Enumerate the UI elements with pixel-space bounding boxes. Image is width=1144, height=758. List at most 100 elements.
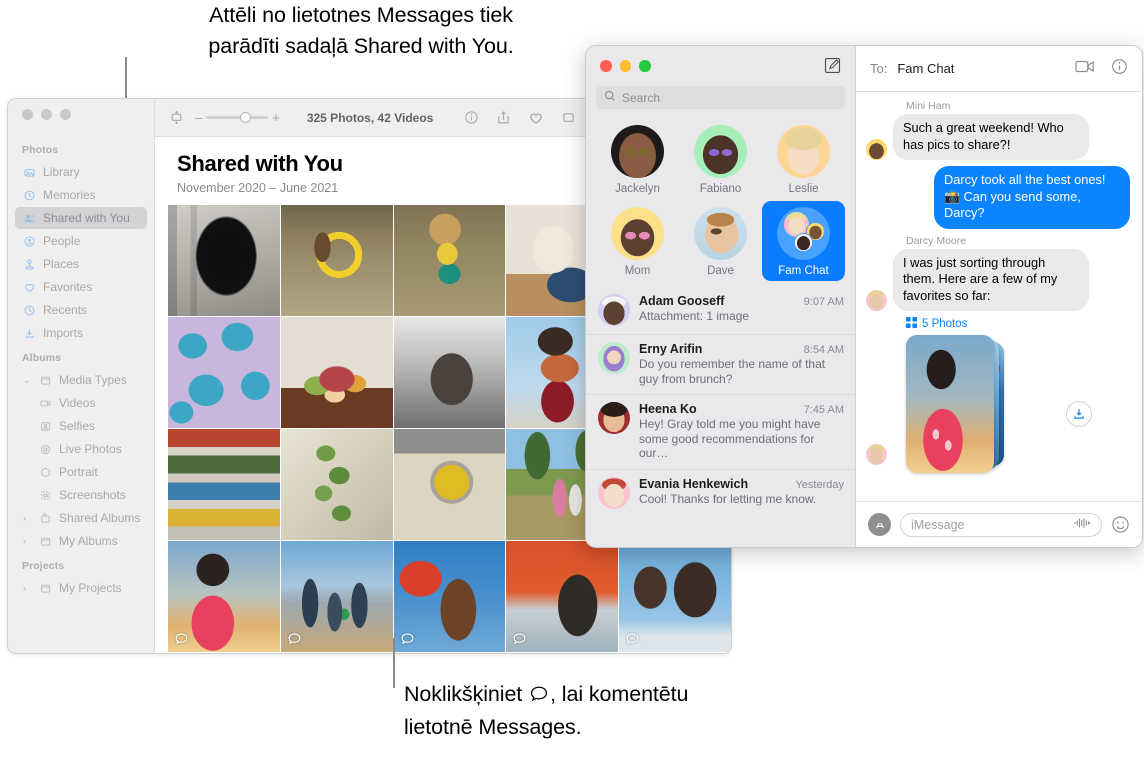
comment-bubble-icon[interactable] — [287, 632, 302, 646]
grid-icon — [906, 317, 917, 331]
sidebar-item-memories[interactable]: Memories — [15, 184, 147, 206]
more-icon[interactable] — [561, 110, 576, 125]
photo-thumbnail[interactable] — [280, 205, 393, 316]
app-store-icon[interactable] — [868, 513, 891, 536]
photo-thumbnail[interactable] — [393, 205, 506, 316]
photo-thumbnail[interactable] — [280, 429, 393, 540]
chat-recipient-name[interactable]: Fam Chat — [897, 61, 954, 76]
minimize-button[interactable] — [41, 109, 52, 120]
photo-thumbnail[interactable] — [168, 205, 280, 316]
comment-bubble-icon[interactable] — [625, 632, 640, 646]
sidebar-item-recents[interactable]: Recents — [15, 299, 147, 321]
shared-photos-link[interactable]: 5 Photos — [906, 317, 1130, 331]
clock-icon — [23, 304, 36, 317]
search-input[interactable]: Search — [596, 86, 845, 109]
imessage-input[interactable]: iMessage — [900, 512, 1102, 537]
close-button[interactable] — [600, 60, 612, 72]
minimize-button[interactable] — [619, 60, 631, 72]
sidebar-item-label: Shared with You — [43, 211, 130, 225]
avatar — [777, 125, 830, 178]
people-icon — [23, 235, 36, 248]
sidebar-item-imports[interactable]: Imports — [15, 322, 147, 344]
chevron-right-icon[interactable]: › — [23, 513, 32, 523]
sidebar-item-media-types[interactable]: ⌄ Media Types — [15, 369, 147, 391]
photo-thumbnail[interactable] — [168, 317, 280, 428]
zoom-slider[interactable]: – + — [195, 110, 280, 125]
photos-window-controls[interactable] — [22, 109, 71, 120]
photo-thumbnail[interactable] — [393, 541, 506, 652]
list-item[interactable]: Heena Ko 7:45 AM Hey! Gray told me you m… — [586, 394, 855, 469]
close-button[interactable] — [22, 109, 33, 120]
pinned-conversation-leslie[interactable]: Leslie — [762, 119, 845, 199]
save-download-icon[interactable] — [1066, 401, 1092, 427]
sidebar-item-people[interactable]: People — [15, 230, 147, 252]
photos-count-label: 325 Photos, 42 Videos — [306, 110, 434, 125]
conversation-list: Adam Gooseff 9:07 AM Attachment: 1 image… — [586, 287, 855, 517]
zoom-slider-track[interactable] — [206, 112, 269, 123]
photo-thumbnail[interactable] — [619, 541, 731, 652]
photos-toolbar-actions — [464, 110, 576, 126]
sidebar-item-library[interactable]: Library — [15, 161, 147, 183]
photo-thumbnail[interactable] — [280, 541, 393, 652]
photo-thumbnail[interactable] — [393, 429, 506, 540]
share-icon[interactable] — [496, 110, 511, 125]
sidebar-item-my-projects[interactable]: › My Projects — [15, 577, 147, 599]
chevron-right-icon[interactable]: › — [23, 583, 32, 593]
list-item[interactable]: Erny Arifin 8:54 AM Do you remember the … — [586, 334, 855, 394]
sidebar-item-places[interactable]: Places — [15, 253, 147, 275]
sidebar-item-favorites[interactable]: Favorites — [15, 276, 147, 298]
sidebar-item-videos[interactable]: Videos — [15, 392, 147, 414]
compose-icon[interactable] — [824, 57, 841, 79]
pinned-conversation-mom[interactable]: Mom — [596, 201, 679, 281]
sidebar-item-label: Live Photos — [59, 442, 122, 456]
maximize-button[interactable] — [60, 109, 71, 120]
comment-bubble-icon[interactable] — [400, 632, 415, 646]
photo-thumbnail[interactable] — [280, 317, 393, 428]
pinned-conversation-fabiano[interactable]: Fabiano — [679, 119, 762, 199]
heart-icon — [23, 281, 36, 294]
sidebar-item-label: People — [43, 234, 81, 248]
sidebar-item-shared-albums[interactable]: › Shared Albums — [15, 507, 147, 529]
sidebar-item-label: Memories — [43, 188, 96, 202]
comment-bubble-icon[interactable] — [512, 632, 527, 646]
list-item[interactable]: Adam Gooseff 9:07 AM Attachment: 1 image — [586, 287, 855, 334]
photo-thumbnail[interactable] — [168, 541, 280, 652]
pinned-conversation-label: Fam Chat — [778, 265, 829, 277]
info-icon[interactable] — [464, 110, 479, 125]
pinned-conversation-fam-chat[interactable]: Fam Chat — [762, 201, 845, 281]
sidebar-item-screenshots[interactable]: Screenshots — [15, 484, 147, 506]
import-toolbar-icon[interactable] — [169, 110, 184, 125]
info-icon[interactable] — [1111, 58, 1128, 80]
messages-window-controls[interactable] — [600, 60, 651, 72]
comment-bubble-icon[interactable] — [174, 632, 189, 646]
pinned-conversation-dave[interactable]: Dave — [679, 201, 762, 281]
maximize-button[interactable] — [639, 60, 651, 72]
photo-attachment-stack[interactable] — [906, 335, 1014, 473]
sidebar-item-shared-with-you[interactable]: Shared with You — [15, 207, 147, 229]
sidebar-item-portrait[interactable]: Portrait — [15, 461, 147, 483]
sidebar-item-live-photos[interactable]: Live Photos — [15, 438, 147, 460]
photo-stack-card-front[interactable] — [906, 335, 994, 473]
library-icon — [23, 166, 36, 179]
list-item[interactable]: Evania Henkewich Yesterday Cool! Thanks … — [586, 468, 855, 517]
emoji-icon[interactable] — [1111, 515, 1130, 534]
photo-thumbnail[interactable] — [506, 541, 619, 652]
zoom-out-label[interactable]: – — [195, 110, 202, 125]
chevron-down-icon[interactable]: ⌄ — [23, 375, 32, 385]
chevron-right-icon[interactable]: › — [23, 536, 32, 546]
audio-waveform-icon[interactable] — [1074, 517, 1091, 532]
zoom-slider-knob[interactable] — [240, 112, 252, 123]
sidebar-item-my-albums[interactable]: › My Albums — [15, 530, 147, 552]
facetime-icon[interactable] — [1075, 59, 1095, 79]
sidebar-item-label: Selfies — [59, 419, 96, 433]
favorite-icon[interactable] — [528, 110, 544, 126]
pinned-conversation-jackelyn[interactable]: Jackelyn — [596, 119, 679, 199]
sidebar-item-label: Videos — [59, 396, 96, 410]
import-icon — [23, 327, 36, 340]
sidebar-item-selfies[interactable]: Selfies — [15, 415, 147, 437]
list-item-body: Adam Gooseff 9:07 AM Attachment: 1 image — [639, 294, 844, 324]
photo-thumbnail[interactable] — [168, 429, 280, 540]
zoom-in-label[interactable]: + — [272, 110, 280, 125]
to-label: To: — [870, 61, 888, 76]
photo-thumbnail[interactable] — [393, 317, 506, 428]
